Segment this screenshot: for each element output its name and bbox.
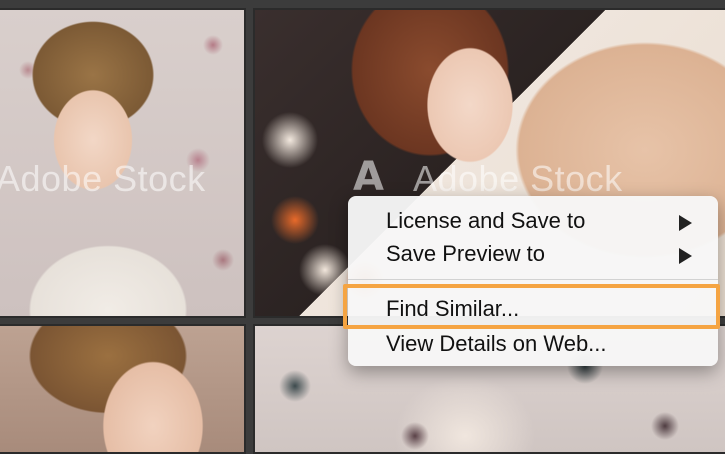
stock-photo-tile-1[interactable]: Adobe Stock: [0, 8, 246, 318]
menu-item-save-preview[interactable]: Save Preview to: [348, 237, 718, 269]
menu-item-label: License and Save to: [386, 208, 586, 233]
menu-item-label: Save Preview to: [386, 241, 545, 266]
chevron-right-icon: [679, 248, 692, 264]
menu-item-license-and-save[interactable]: License and Save to: [348, 204, 718, 236]
watermark-text: Adobe Stock: [0, 158, 206, 199]
menu-item-label: View Details on Web...: [386, 331, 607, 356]
watermark-text: Adobe Stock: [413, 158, 623, 199]
highlight-frame: [343, 284, 720, 329]
stock-photo-tile-3[interactable]: [0, 324, 246, 454]
menu-item-view-details[interactable]: View Details on Web...: [348, 327, 718, 359]
adobe-logo-watermark: A: [353, 154, 384, 200]
context-menu: License and Save to Save Preview to Find…: [348, 196, 718, 366]
photo-image: [0, 326, 244, 452]
chevron-right-icon: [679, 215, 692, 231]
menu-separator: [348, 279, 718, 280]
